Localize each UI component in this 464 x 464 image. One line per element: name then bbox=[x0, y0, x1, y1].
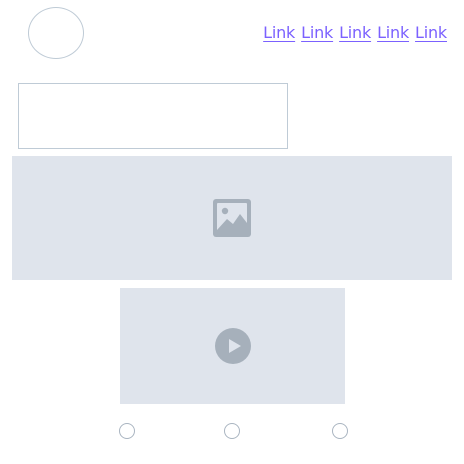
image-placeholder bbox=[12, 156, 452, 280]
carousel-dot-3[interactable] bbox=[332, 423, 348, 439]
image-icon bbox=[213, 199, 251, 237]
carousel-dots bbox=[0, 423, 464, 441]
play-icon[interactable] bbox=[214, 328, 251, 364]
nav-link-5[interactable]: Link bbox=[415, 22, 447, 44]
nav-link-3[interactable]: Link bbox=[339, 22, 371, 44]
nav-link-4[interactable]: Link bbox=[377, 22, 409, 44]
logo-placeholder bbox=[28, 7, 84, 59]
text-input-box[interactable] bbox=[18, 83, 288, 149]
nav-link-2[interactable]: Link bbox=[301, 22, 333, 44]
top-nav: Link Link Link Link Link bbox=[263, 22, 447, 44]
carousel-dot-1[interactable] bbox=[119, 423, 135, 439]
video-placeholder[interactable] bbox=[120, 288, 345, 404]
nav-link-1[interactable]: Link bbox=[263, 22, 295, 44]
carousel-dot-2[interactable] bbox=[224, 423, 240, 439]
